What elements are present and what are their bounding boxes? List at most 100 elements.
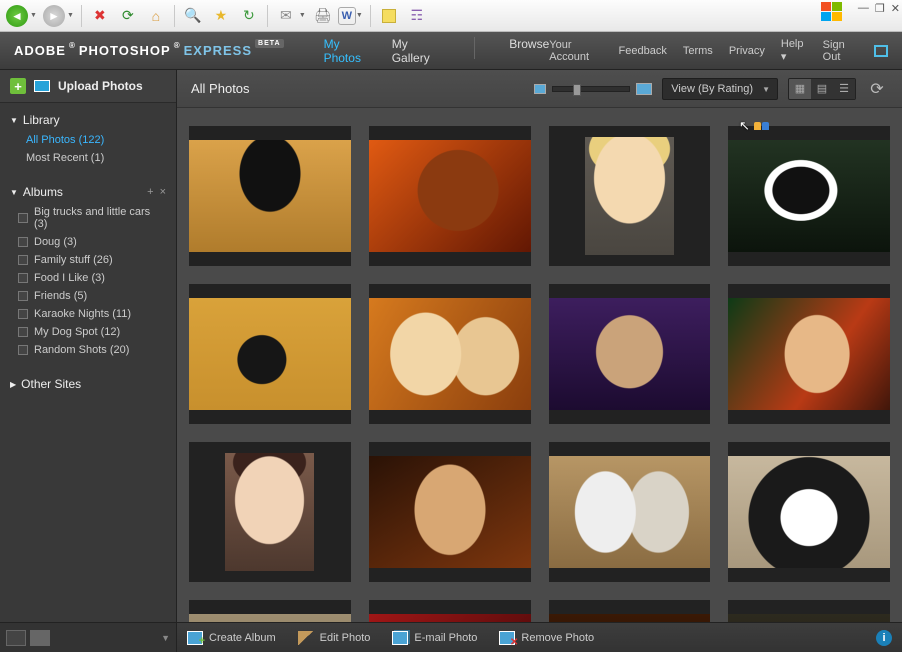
library-section: ▼ Library All Photos (122) Most Recent (… <box>0 103 176 175</box>
checkbox-icon[interactable] <box>18 213 28 223</box>
add-album-icon[interactable]: + <box>147 186 153 198</box>
tile-view-button[interactable]: ▤ <box>811 79 833 99</box>
forward-history-dropdown[interactable]: ▼ <box>67 12 74 19</box>
photo-thumbnail[interactable] <box>189 600 351 622</box>
remove-photo-button[interactable]: Remove Photo <box>499 631 594 645</box>
checkbox-icon[interactable] <box>18 255 28 265</box>
refresh-button[interactable]: ⟳ <box>866 79 888 99</box>
search-icon[interactable]: 🔍 <box>180 3 206 29</box>
thumbnail-image <box>189 298 351 410</box>
sidebar-album-item[interactable]: My Dog Spot (12) <box>0 323 176 341</box>
note-icon[interactable] <box>376 3 402 29</box>
grid-view-button[interactable]: ▦ <box>789 79 811 99</box>
sidebar-album-item[interactable]: Family stuff (26) <box>0 251 176 269</box>
photo-thumbnail[interactable] <box>549 600 711 622</box>
link-terms[interactable]: Terms <box>683 45 713 57</box>
checkbox-icon[interactable] <box>18 327 28 337</box>
mail-dropdown[interactable]: ▼ <box>299 12 306 19</box>
nav-forward-button[interactable]: ► <box>41 3 67 29</box>
edit-dropdown[interactable]: ▼ <box>356 12 363 19</box>
slider-handle[interactable] <box>573 84 581 96</box>
separator <box>474 37 475 59</box>
create-album-button[interactable]: Create Album <box>187 631 276 645</box>
discuss-icon[interactable]: ☶ <box>404 3 430 29</box>
photo-thumbnail[interactable] <box>728 442 890 582</box>
photo-thumbnail[interactable] <box>369 284 531 424</box>
photo-thumbnail[interactable] <box>549 126 711 266</box>
sidebar-album-item[interactable]: Random Shots (20) <box>0 341 176 359</box>
restore-button[interactable]: ❐ <box>875 2 885 15</box>
sidebar-album-item[interactable]: Big trucks and little cars (3) <box>0 203 176 233</box>
nav-back-button[interactable]: ◄ <box>4 3 30 29</box>
separator <box>174 5 175 27</box>
sidebar-album-item[interactable]: Friends (5) <box>0 287 176 305</box>
link-sign-out[interactable]: Sign Out <box>823 39 858 63</box>
photo-thumbnail[interactable] <box>728 126 890 266</box>
size-slider[interactable] <box>552 86 630 92</box>
sidebar-item-most-recent[interactable]: Most Recent (1) <box>0 149 176 167</box>
sidebar-item-all-photos[interactable]: All Photos (122) <box>0 131 176 149</box>
other-sites-header[interactable]: ▶ Other Sites <box>0 373 176 395</box>
grid-mode-button[interactable] <box>30 630 50 646</box>
albums-header[interactable]: ▼ Albums + × <box>0 181 176 203</box>
thumbnail-size-control <box>534 83 652 95</box>
photo-thumbnail[interactable] <box>189 284 351 424</box>
photo-thumbnail[interactable] <box>369 126 531 266</box>
sidebar-album-item[interactable]: Karaoke Nights (11) <box>0 305 176 323</box>
photo-thumbnail[interactable] <box>728 600 890 622</box>
photo-thumbnail[interactable] <box>728 284 890 424</box>
nav-my-photos[interactable]: My Photos <box>324 37 372 65</box>
photo-thumbnail[interactable] <box>369 600 531 622</box>
refresh-icon[interactable]: ⟳ <box>115 3 141 29</box>
large-thumb-icon[interactable] <box>636 83 652 95</box>
email-photo-button[interactable]: E-mail Photo <box>392 631 477 645</box>
nav-browse[interactable]: Browse <box>509 37 549 65</box>
remove-album-icon[interactable]: × <box>160 186 166 198</box>
sidebar-album-item[interactable]: Doug (3) <box>0 233 176 251</box>
checkbox-icon[interactable] <box>18 273 28 283</box>
thumbnail-image <box>728 614 890 622</box>
home-icon[interactable]: ⌂ <box>143 3 169 29</box>
nav-my-gallery[interactable]: My Gallery <box>392 37 441 65</box>
link-help[interactable]: Help ▾ <box>781 38 807 63</box>
link-privacy[interactable]: Privacy <box>729 45 765 57</box>
close-button[interactable]: ✕ <box>891 2 900 15</box>
photo-thumbnail[interactable] <box>189 442 351 582</box>
library-header[interactable]: ▼ Library <box>0 109 176 131</box>
photo-thumbnail[interactable] <box>549 284 711 424</box>
photo-thumbnail[interactable] <box>369 442 531 582</box>
checkbox-icon[interactable] <box>18 309 28 319</box>
album-label: Karaoke Nights (11) <box>34 308 131 320</box>
sidebar-album-item[interactable]: Food I Like (3) <box>0 269 176 287</box>
info-button[interactable]: i <box>876 630 892 646</box>
main-nav: My Photos My Gallery Browse <box>324 37 550 65</box>
filmstrip-mode-button[interactable] <box>6 630 26 646</box>
word-icon[interactable]: W <box>338 7 356 25</box>
print-icon[interactable]: 🖨 <box>310 3 336 29</box>
stop-icon[interactable]: ✖ <box>87 3 113 29</box>
small-thumb-icon[interactable] <box>534 84 546 94</box>
view-sort-dropdown[interactable]: View (By Rating) <box>662 78 778 100</box>
link-feedback[interactable]: Feedback <box>619 45 667 57</box>
mail-icon[interactable]: ✉ <box>273 3 299 29</box>
thumbnail-image <box>585 137 674 255</box>
favorites-icon[interactable]: ★ <box>208 3 234 29</box>
back-history-dropdown[interactable]: ▼ <box>30 12 37 19</box>
checkbox-icon[interactable] <box>18 345 28 355</box>
edit-photo-button[interactable]: Edit Photo <box>298 631 371 645</box>
photo-thumbnail[interactable] <box>549 442 711 582</box>
checkbox-icon[interactable] <box>18 291 28 301</box>
upload-photos-button[interactable]: + Upload Photos <box>0 70 176 103</box>
photo-thumbnail[interactable] <box>189 126 351 266</box>
checkbox-icon[interactable] <box>18 237 28 247</box>
list-view-button[interactable]: ☰ <box>833 79 855 99</box>
link-your-account[interactable]: Your Account <box>549 39 602 63</box>
history-icon[interactable]: ↻ <box>236 3 262 29</box>
fullscreen-icon[interactable] <box>874 45 888 57</box>
minimize-button[interactable]: — <box>858 2 869 15</box>
album-label: My Dog Spot (12) <box>34 326 120 338</box>
album-label: Big trucks and little cars (3) <box>34 206 166 230</box>
sidebar-options-dropdown[interactable]: ▼ <box>161 633 170 643</box>
action-label: Edit Photo <box>320 632 371 644</box>
thumbnail-image <box>369 614 531 622</box>
